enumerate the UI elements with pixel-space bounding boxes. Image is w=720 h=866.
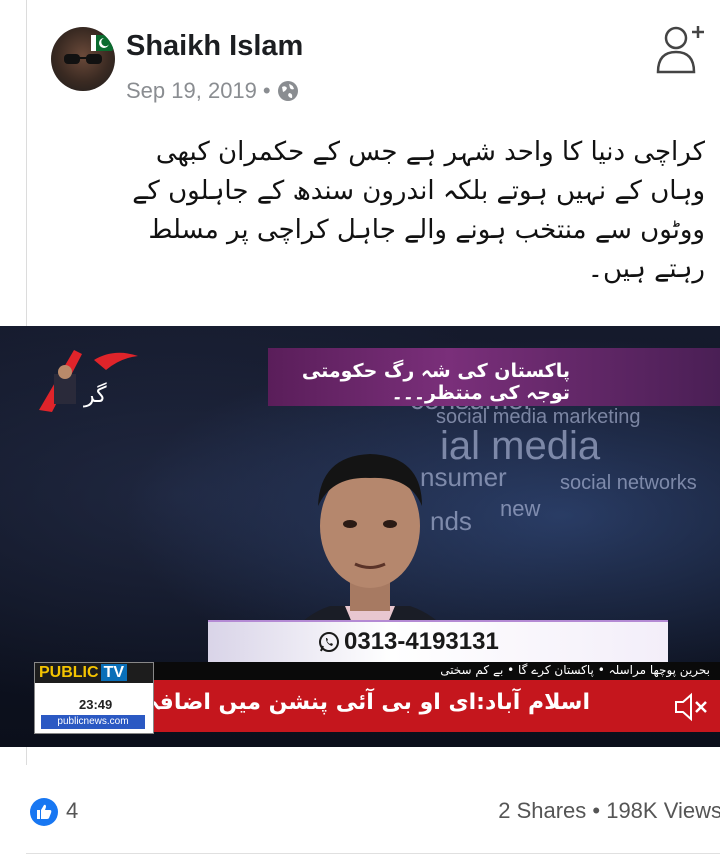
divider bbox=[26, 853, 720, 854]
video-headline-text: پاکستان کی شہ رگ حکومتی توجہ کی منتظر۔۔۔ bbox=[301, 360, 570, 404]
video-headline-banner: پاکستان کی شہ رگ حکومتی توجہ کی منتظر۔۔۔ bbox=[268, 348, 720, 406]
avatar[interactable] bbox=[51, 27, 115, 91]
add-friend-icon[interactable] bbox=[656, 22, 706, 76]
post-meta: Sep 19, 2019 • bbox=[126, 78, 299, 104]
phone-number: 0313-4193131 bbox=[318, 628, 499, 656]
shares-views-count[interactable]: 2 Shares • 198K Views bbox=[498, 798, 720, 824]
channel-logo-bar: PUBLIC TV bbox=[35, 663, 153, 683]
flag-icon bbox=[91, 35, 113, 51]
post-date[interactable]: Sep 19, 2019 bbox=[126, 78, 257, 104]
speaker-mute-icon[interactable] bbox=[674, 692, 710, 722]
channel-time: 23:49 bbox=[79, 697, 113, 712]
ticker-top-text: بحرین پوچھا مراسلہ • پاکستان کرے گا • بے… bbox=[440, 663, 710, 677]
post-text-line: رہتے ہیں۔ bbox=[587, 254, 705, 284]
sunglasses-icon bbox=[64, 54, 102, 64]
video-player[interactable]: consumer social media marketing ial medi… bbox=[0, 326, 720, 747]
meta-separator: • bbox=[262, 78, 271, 103]
channel-name: PUBLIC TV bbox=[39, 664, 128, 682]
news-ticker-main: اسلام آباد:ای او بی آئی پنشن میں اضافہ ک… bbox=[39, 680, 720, 732]
post-text-line: کراچی دنیا کا واحد شہر ہے جس کے حکمران ک… bbox=[155, 137, 705, 167]
channel-tv-text: TV bbox=[100, 664, 128, 681]
channel-logo: PUBLIC TV 23:49 publicnews.com bbox=[34, 662, 154, 734]
author-name[interactable]: Shaikh Islam bbox=[126, 30, 303, 63]
post-stats: 4 2 Shares • 198K Views bbox=[0, 780, 720, 840]
post-text: کراچی دنیا کا واحد شہر ہے جس کے حکمران ک… bbox=[60, 133, 705, 289]
globe-icon bbox=[277, 81, 298, 101]
channel-name-text: PUBLIC bbox=[39, 664, 99, 681]
whatsapp-icon bbox=[319, 632, 339, 652]
post-text-line: ووٹوں سے منتخب ہونے والے جاہل کراچی پر م… bbox=[148, 215, 705, 245]
thumbs-up-icon[interactable] bbox=[30, 798, 58, 826]
phone-number-text: 0313-4193131 bbox=[344, 628, 499, 655]
channel-site: publicnews.com bbox=[41, 715, 145, 729]
post-text-line: وہاں کے نہیں ہوتے بلکہ اندرون سندھ کے جا… bbox=[132, 176, 705, 206]
svg-text:گر: گر bbox=[83, 382, 107, 408]
screen-word: new bbox=[500, 496, 541, 521]
like-count[interactable]: 4 bbox=[66, 798, 78, 824]
screen-word: social networks bbox=[560, 472, 697, 494]
news-ticker-top: بحرین پوچھا مراسلہ • پاکستان کرے گا • بے… bbox=[150, 662, 720, 680]
show-logo-icon: گر bbox=[39, 350, 138, 412]
phone-number-bar: 0313-4193131 bbox=[208, 620, 668, 666]
